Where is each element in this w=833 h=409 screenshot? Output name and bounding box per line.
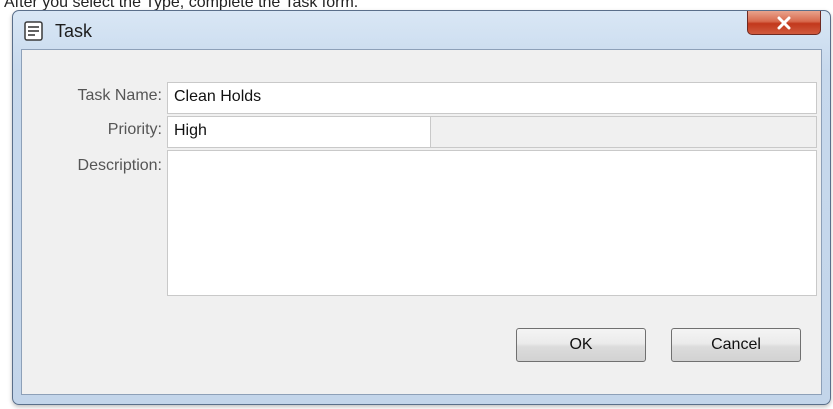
cancel-button[interactable]: Cancel xyxy=(671,328,801,362)
task-dialog: Task Task Name: Clean Holds Priority: Hi… xyxy=(12,10,831,405)
priority-spacer xyxy=(431,116,817,148)
close-button[interactable] xyxy=(747,11,821,35)
form-icon xyxy=(24,21,43,41)
task-name-field[interactable]: Clean Holds xyxy=(167,82,817,114)
dialog-body: Task Name: Clean Holds Priority: High De… xyxy=(21,49,822,395)
priority-label: Priority: xyxy=(107,121,162,138)
task-name-label: Task Name: xyxy=(77,87,162,104)
description-field[interactable] xyxy=(167,150,817,296)
close-x-icon xyxy=(777,16,791,29)
dialog-title: Task xyxy=(55,21,93,41)
title-bar[interactable]: Task xyxy=(13,11,830,49)
priority-field[interactable]: High xyxy=(167,116,431,148)
ok-button[interactable]: OK xyxy=(516,328,646,362)
description-label: Description: xyxy=(77,157,162,174)
